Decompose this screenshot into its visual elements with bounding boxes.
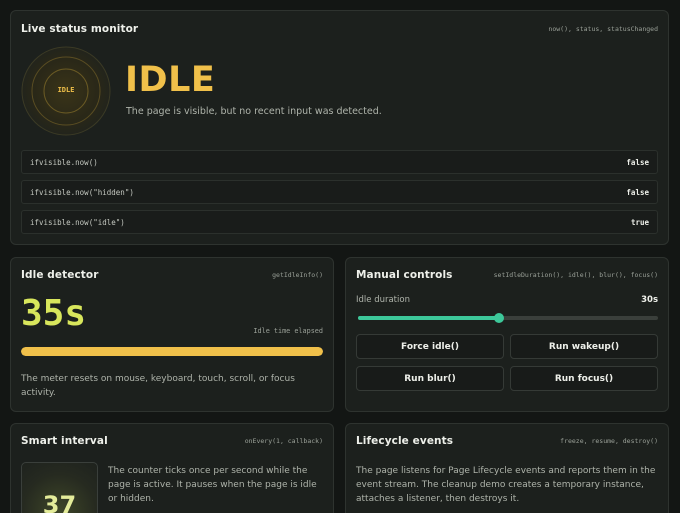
status-row-key: ifvisible.now("hidden")	[30, 188, 134, 197]
status-state: IDLE	[125, 60, 216, 100]
smart-interval-title: Smart interval	[21, 435, 108, 447]
status-row-key: ifvisible.now()	[30, 158, 98, 167]
idle-seconds: 35s	[21, 293, 87, 334]
idle-elapsed-label: Idle time elapsed	[253, 327, 323, 335]
status-row: ifvisible.now("idle") true	[21, 210, 658, 234]
idle-duration-label: Idle duration	[356, 295, 410, 305]
run-focus-button[interactable]: Run focus()	[510, 366, 658, 391]
status-row-value: true	[630, 218, 649, 227]
lifecycle-note: The page listens for Page Lifecycle even…	[356, 466, 656, 504]
lifecycle-events-title: Lifecycle events	[356, 435, 454, 447]
status-row-value: false	[626, 188, 649, 197]
idle-duration-slider[interactable]	[358, 313, 658, 323]
manual-controls-title: Manual controls	[356, 269, 453, 281]
manual-controls-meta: setIdleDuration(), idle(), blur(), focus…	[493, 271, 658, 279]
idle-duration-value: 30s	[641, 295, 658, 305]
manual-controls-panel: Manual controls setIdleDuration(), idle(…	[345, 257, 669, 412]
smart-interval-note: The counter ticks once per second while …	[108, 466, 317, 504]
run-wakeup-button[interactable]: Run wakeup()	[510, 334, 658, 359]
idle-detector-meta: getIdleInfo()	[272, 271, 323, 279]
status-row-key: ifvisible.now("idle")	[30, 218, 125, 227]
live-status-panel: Live status monitor now(), status, statu…	[10, 10, 669, 245]
status-ring: IDLE	[21, 46, 111, 136]
status-row: ifvisible.now() false	[21, 150, 658, 174]
idle-meter	[21, 347, 323, 356]
status-row: ifvisible.now("hidden") false	[21, 180, 658, 204]
idle-detector-title: Idle detector	[21, 269, 99, 281]
interval-counter-value: 37	[42, 491, 77, 513]
slider-fill	[358, 316, 499, 320]
interval-counter: 37	[21, 462, 98, 513]
lifecycle-events-panel: Lifecycle events freeze, resume, destroy…	[345, 423, 669, 513]
status-description: The page is visible, but no recent input…	[126, 106, 382, 117]
smart-interval-meta: onEvery(1, callback)	[244, 437, 323, 445]
run-blur-button[interactable]: Run blur()	[356, 366, 504, 391]
status-row-value: false	[626, 158, 649, 167]
idle-detector-panel: Idle detector getIdleInfo() 35s Idle tim…	[10, 257, 334, 412]
idle-note: The meter resets on mouse, keyboard, tou…	[21, 374, 295, 398]
idle-meter-fill	[21, 347, 323, 356]
lifecycle-events-meta: freeze, resume, destroy()	[560, 437, 658, 445]
force-idle-button[interactable]: Force idle()	[356, 334, 504, 359]
live-status-meta: now(), status, statusChanged	[548, 25, 658, 33]
slider-knob[interactable]	[494, 313, 504, 323]
live-status-title: Live status monitor	[21, 23, 139, 35]
status-ring-label: IDLE	[57, 86, 75, 94]
smart-interval-panel: Smart interval onEvery(1, callback) 37 T…	[10, 423, 334, 513]
